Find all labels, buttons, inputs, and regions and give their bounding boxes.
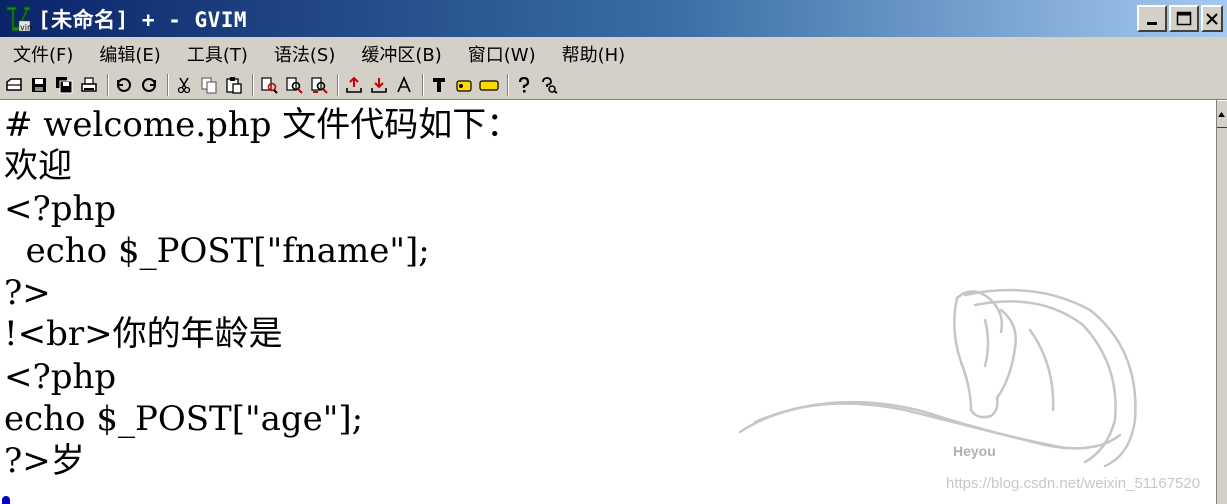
text-cursor bbox=[2, 496, 10, 504]
editor-text-area[interactable]: # welcome.php 文件代码如下： 欢迎 <?php echo $_PO… bbox=[0, 100, 1216, 504]
toolbar-separator bbox=[167, 73, 169, 96]
code-line: <?php bbox=[4, 189, 117, 229]
minimize-icon bbox=[1147, 21, 1157, 25]
code-line: # welcome.php 文件代码如下： bbox=[4, 105, 521, 145]
window-title: [未命名] + - GVIM bbox=[38, 7, 248, 32]
menu-bar: 文件(F) 编辑(E) 工具(T) 语法(S) 缓冲区(B) 窗口(W) 帮助(… bbox=[0, 37, 1227, 70]
run-ctags-icon[interactable] bbox=[453, 74, 475, 96]
save-icon[interactable] bbox=[28, 74, 50, 96]
find-prev-icon[interactable] bbox=[308, 74, 330, 96]
up-arrow-icon bbox=[1218, 112, 1225, 117]
menu-syntax[interactable]: 语法(S) bbox=[261, 41, 348, 67]
watermark-url: https://blog.csdn.net/weixin_51167520 bbox=[946, 475, 1201, 492]
gvim-logo-icon[interactable]: vim bbox=[4, 5, 35, 33]
menu-tools[interactable]: 工具(T) bbox=[174, 41, 261, 67]
menu-window[interactable]: 窗口(W) bbox=[455, 41, 549, 67]
save-session-icon[interactable] bbox=[368, 74, 390, 96]
code-line: ?>岁 bbox=[4, 441, 85, 481]
copy-icon[interactable] bbox=[198, 74, 220, 96]
svg-text:Heyou: Heyou bbox=[953, 443, 996, 459]
window-controls bbox=[1137, 5, 1223, 32]
cut-icon[interactable] bbox=[173, 74, 195, 96]
save-all-icon[interactable] bbox=[53, 74, 75, 96]
menu-file[interactable]: 文件(F) bbox=[0, 41, 86, 67]
toolbar bbox=[0, 70, 1227, 100]
run-script-icon[interactable] bbox=[393, 74, 415, 96]
open-icon[interactable] bbox=[3, 74, 25, 96]
scroll-up-button[interactable] bbox=[1217, 100, 1227, 128]
vertical-scrollbar[interactable] bbox=[1216, 100, 1227, 504]
menu-help[interactable]: 帮助(H) bbox=[549, 41, 639, 67]
code-line: 欢迎 bbox=[4, 146, 72, 186]
code-line: <?php bbox=[4, 357, 117, 397]
toolbar-separator bbox=[337, 73, 339, 96]
toolbar-separator bbox=[107, 73, 109, 96]
close-icon bbox=[1206, 12, 1218, 25]
find-next-icon[interactable] bbox=[283, 74, 305, 96]
close-button[interactable] bbox=[1201, 5, 1223, 32]
code-line: ?> bbox=[4, 273, 51, 313]
paste-icon[interactable] bbox=[223, 74, 245, 96]
find-help-icon[interactable] bbox=[538, 74, 560, 96]
toolbar-separator bbox=[422, 73, 424, 96]
toolbar-separator bbox=[507, 73, 509, 96]
print-icon[interactable] bbox=[78, 74, 100, 96]
title-bar[interactable]: vim [未命名] + - GVIM bbox=[0, 0, 1227, 37]
load-session-icon[interactable] bbox=[343, 74, 365, 96]
menu-edit[interactable]: 编辑(E) bbox=[86, 41, 173, 67]
code-line: echo $_POST["fname"]; bbox=[4, 231, 430, 271]
svg-text:vim: vim bbox=[20, 23, 32, 32]
toolbar-separator bbox=[252, 73, 254, 96]
maximize-icon bbox=[1176, 11, 1192, 25]
code-line: echo $_POST["age"]; bbox=[4, 399, 364, 439]
horse-watermark-image: Heyou bbox=[738, 288, 1137, 468]
minimize-button[interactable] bbox=[1137, 5, 1167, 32]
redo-icon[interactable] bbox=[138, 74, 160, 96]
undo-icon[interactable] bbox=[113, 74, 135, 96]
help-icon[interactable] bbox=[513, 74, 535, 96]
menu-buffers[interactable]: 缓冲区(B) bbox=[348, 41, 454, 67]
maximize-button[interactable] bbox=[1169, 5, 1199, 32]
code-line: !<br>你的年龄是 bbox=[4, 314, 283, 354]
make-icon[interactable] bbox=[428, 74, 450, 96]
jump-tag-icon[interactable] bbox=[478, 74, 500, 96]
find-replace-icon[interactable] bbox=[258, 74, 280, 96]
